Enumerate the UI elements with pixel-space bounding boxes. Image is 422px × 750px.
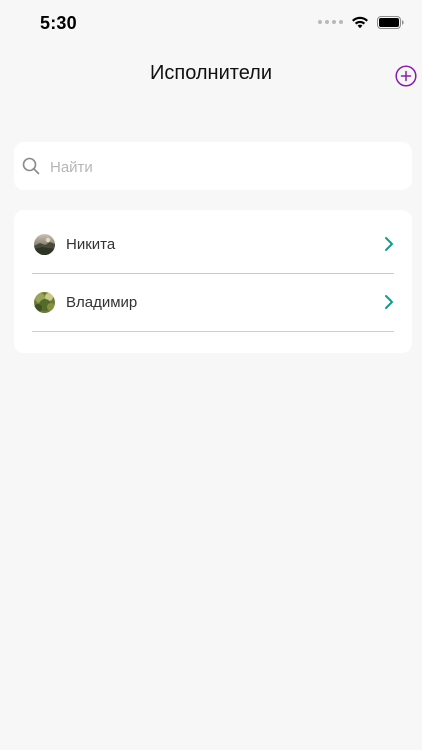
battery-icon [377, 15, 404, 29]
divider [32, 331, 394, 332]
page-title: Исполнители [149, 62, 272, 84]
plus-circle-icon [395, 65, 417, 87]
status-bar: 5:30 [0, 0, 422, 50]
avatar [34, 234, 55, 255]
avatar [34, 292, 55, 313]
add-performer-button[interactable] [395, 65, 417, 87]
status-time: 5:30 [40, 13, 77, 33]
chevron-right-icon [385, 295, 393, 309]
signal-dots-icon [318, 20, 343, 24]
search-input[interactable] [48, 142, 402, 192]
status-icons [318, 15, 404, 29]
performers-list: Никита Владимир [14, 210, 412, 353]
search-bar [14, 142, 412, 192]
search-icon [22, 157, 40, 175]
list-item-performer[interactable]: Владимир [32, 274, 394, 332]
performer-name: Никита [66, 236, 116, 253]
wifi-icon [352, 16, 368, 29]
list-item-performer[interactable]: Никита [32, 216, 394, 274]
performer-name: Владимир [66, 294, 138, 311]
screen: 5:30 Исполнители Найти Никита Владимир [0, 0, 422, 750]
chevron-right-icon [385, 237, 393, 251]
